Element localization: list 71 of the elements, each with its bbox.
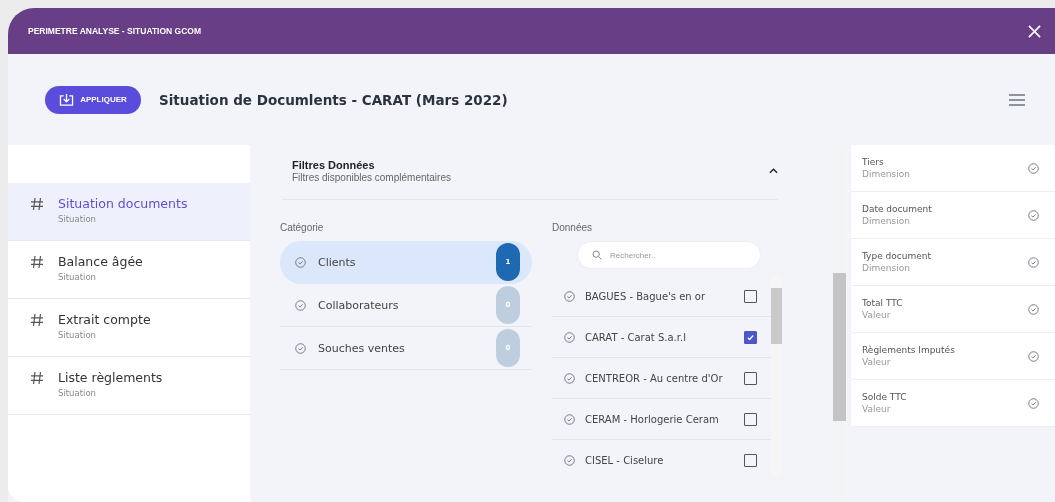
- field-item[interactable]: Solde TTC Valeur: [851, 380, 1055, 427]
- check-circle-icon: [564, 413, 575, 425]
- window-title: PERIMETRE ANALYSE - SITUATION GCOM: [28, 26, 201, 36]
- check-circle-icon: [1028, 350, 1039, 362]
- field-item[interactable]: Règlements Imputés Valeur: [851, 333, 1055, 380]
- item-label: Extrait compte: [58, 312, 151, 327]
- check-circle-icon: [1028, 209, 1039, 221]
- check-circle-icon: [1028, 162, 1039, 174]
- item-type: Situation: [58, 330, 97, 340]
- field-item[interactable]: Type document Dimension: [851, 239, 1055, 286]
- field-type: Dimension: [862, 216, 911, 226]
- item-label: Liste règlements: [58, 370, 163, 385]
- field-type: Valeur: [862, 357, 892, 367]
- checkbox[interactable]: [744, 289, 757, 303]
- field-type: Dimension: [862, 263, 911, 273]
- checkbox[interactable]: [744, 330, 757, 344]
- hash-icon: [30, 313, 44, 327]
- report-title: Situation de Documlents - CARAT (Mars 2022): [159, 91, 508, 108]
- check-circle-icon: [1028, 397, 1039, 409]
- field-item[interactable]: Tiers Dimension: [851, 145, 1055, 192]
- sidebar-item[interactable]: Liste règlements Situation: [8, 357, 250, 415]
- checkbox[interactable]: [744, 453, 757, 467]
- scrollbar[interactable]: [833, 145, 846, 502]
- section-subtitle: Filtres disponibles complémentaires: [292, 172, 451, 183]
- item-label: Situation documents: [58, 196, 188, 211]
- hash-icon: [30, 197, 44, 211]
- column-heading: Données: [552, 222, 594, 233]
- hash-icon: [30, 371, 44, 385]
- field-item[interactable]: Total TTC Valeur: [851, 286, 1055, 333]
- check-circle-icon: [564, 290, 575, 302]
- apply-button[interactable]: APPLIQUER: [45, 85, 141, 114]
- field-name: Tiers: [862, 157, 885, 167]
- field-name: Total TTC: [862, 298, 904, 308]
- check-circle-icon: [1028, 256, 1039, 268]
- hash-icon: [30, 255, 44, 269]
- chevron-icon[interactable]: [769, 168, 778, 174]
- download-icon: [59, 93, 75, 106]
- item-type: Situation: [58, 388, 97, 398]
- field-type: Valeur: [862, 404, 892, 414]
- item-type: Situation: [58, 214, 97, 224]
- column-heading: Catégorie: [280, 222, 325, 233]
- data-item[interactable]: CISEL - Ciselure: [552, 440, 771, 480]
- item-label: Balance âgée: [58, 254, 143, 269]
- sidebar-item[interactable]: Situation documents Situation: [8, 183, 250, 241]
- data-item[interactable]: CARAT - Carat S.a.r.l: [552, 317, 771, 358]
- field-type: Dimension: [862, 169, 911, 179]
- check-circle-icon: [564, 331, 575, 343]
- field-name: Type document: [862, 251, 932, 261]
- field-type: Valeur: [862, 310, 892, 320]
- menu-icon[interactable]: [1009, 93, 1025, 106]
- check-circle-icon: [295, 299, 306, 311]
- search-icon: [592, 250, 602, 260]
- item-type: Situation: [58, 272, 97, 282]
- checkbox[interactable]: [744, 412, 757, 426]
- close-icon[interactable]: [1028, 24, 1041, 38]
- sidebar-item[interactable]: Balance âgée Situation: [8, 241, 250, 299]
- field-name: Date document: [862, 204, 933, 214]
- field-name: Règlements Imputés: [862, 345, 956, 355]
- field-name: Solde TTC: [862, 392, 908, 402]
- check-icon: [746, 332, 755, 342]
- check-circle-icon: [564, 454, 575, 466]
- search-field[interactable]: Rechercher..: [578, 242, 760, 268]
- section-title: Filtres Données: [292, 159, 376, 171]
- scrollbar[interactable]: [771, 276, 782, 476]
- check-circle-icon: [1028, 303, 1039, 315]
- checkbox[interactable]: [744, 371, 757, 385]
- check-circle-icon: [564, 372, 575, 384]
- field-item[interactable]: Date document Dimension: [851, 192, 1055, 239]
- check-circle-icon: [295, 342, 306, 354]
- check-circle-icon: [295, 256, 306, 268]
- sidebar-item[interactable]: Extrait compte Situation: [8, 299, 250, 357]
